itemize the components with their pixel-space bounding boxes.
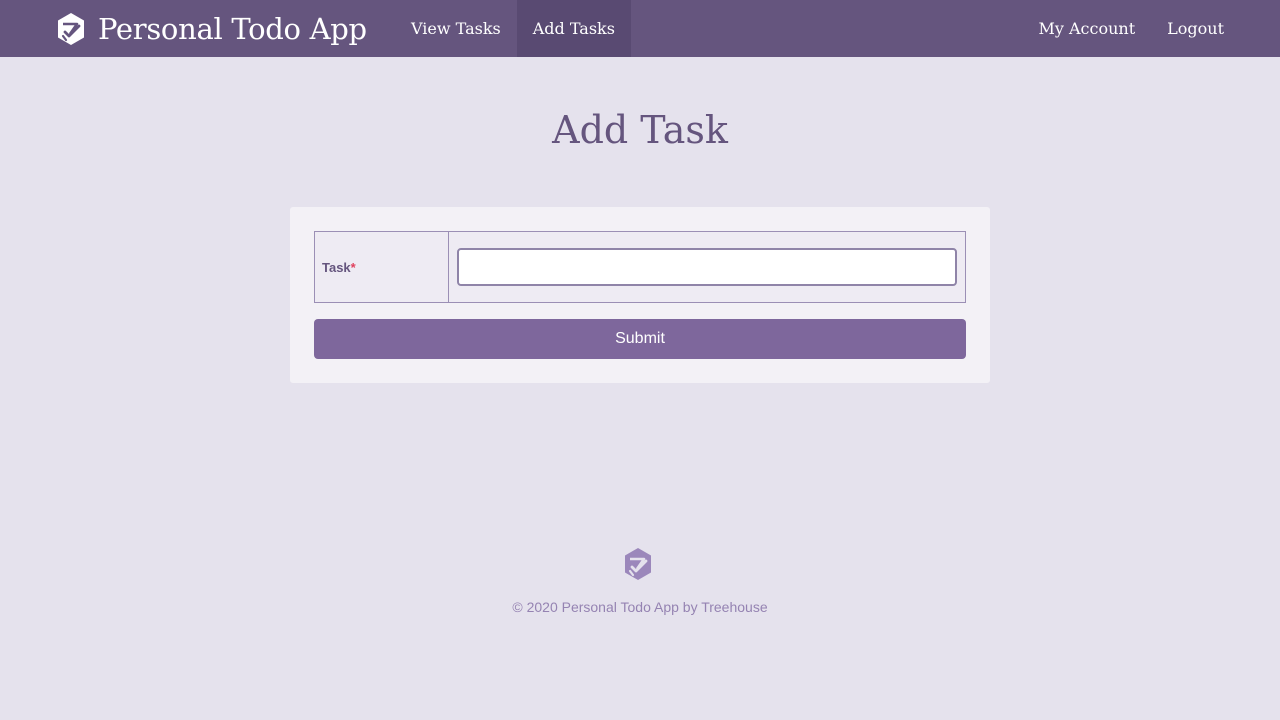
submit-button[interactable]: Submit (314, 319, 966, 359)
account-nav: My Account Logout (1022, 0, 1240, 57)
app-title: Personal Todo App (98, 11, 367, 46)
task-input-cell (449, 232, 965, 302)
top-navbar: Personal Todo App View Tasks Add Tasks M… (0, 0, 1280, 57)
footer-copyright: © 2020 Personal Todo App by Treehouse (512, 599, 768, 615)
add-task-form: Task* Submit (290, 207, 990, 383)
task-label-text: Task (322, 259, 351, 275)
required-asterisk: * (350, 259, 356, 275)
nav-logout[interactable]: Logout (1151, 0, 1240, 57)
page-title: Add Task (552, 108, 728, 152)
task-label-cell: Task* (315, 232, 449, 302)
nav-view-tasks[interactable]: View Tasks (395, 0, 517, 57)
form-field-row: Task* (314, 231, 966, 303)
treehouse-logo-icon (58, 12, 84, 45)
task-field-label: Task* (322, 260, 356, 275)
nav-my-account[interactable]: My Account (1022, 0, 1151, 57)
main-nav: View Tasks Add Tasks (395, 0, 631, 57)
footer-logo-icon (625, 548, 651, 580)
task-input[interactable] (457, 248, 957, 286)
brand-home-link[interactable]: Personal Todo App (56, 0, 367, 57)
nav-add-tasks[interactable]: Add Tasks (516, 0, 631, 57)
